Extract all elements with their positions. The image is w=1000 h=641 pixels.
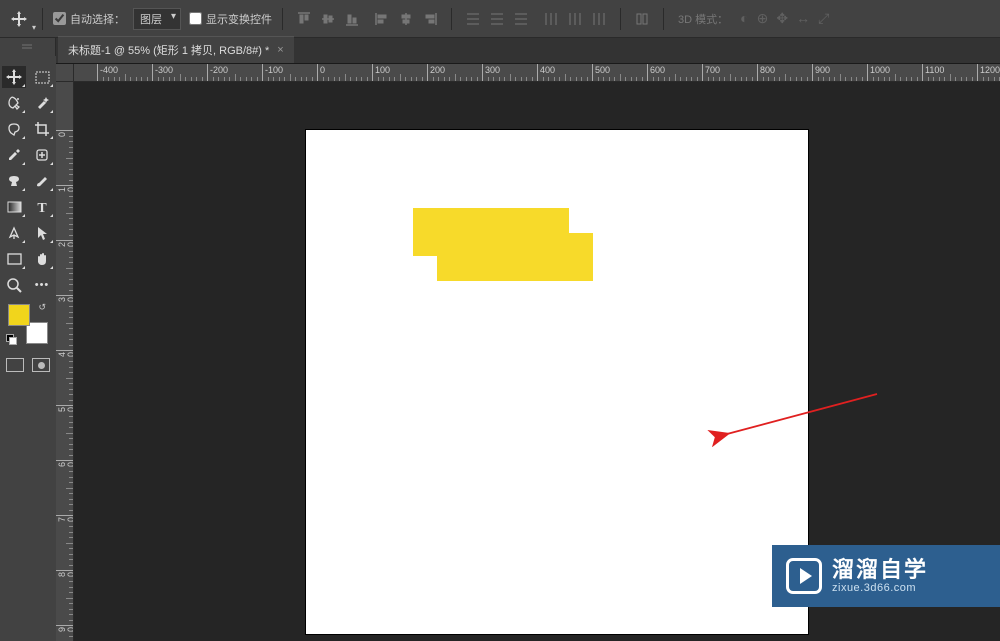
shape-rectangle-2[interactable] <box>437 233 593 281</box>
zoom-tool[interactable] <box>2 274 26 296</box>
auto-select-checkbox[interactable]: 自动选择： <box>53 11 125 27</box>
distribute-bottom-icon[interactable] <box>510 8 532 30</box>
distribute-group-1 <box>462 8 532 30</box>
rectangle-shape-tool[interactable] <box>2 248 26 270</box>
path-select-tool[interactable] <box>30 222 54 244</box>
document-tab-bar: 未标题-1 @ 55% (矩形 1 拷贝, RGB/8#) * × <box>0 38 1000 64</box>
align-right-icon[interactable] <box>419 8 441 30</box>
distribute-hcenter-icon[interactable] <box>564 8 586 30</box>
watermark-title: 溜溜自学 <box>832 558 928 582</box>
type-tool[interactable]: T <box>30 196 54 218</box>
reset-colors-icon[interactable] <box>6 334 16 344</box>
document-tab[interactable]: 未标题-1 @ 55% (矩形 1 拷贝, RGB/8#) * × <box>58 36 294 63</box>
quick-select-tool[interactable] <box>2 92 26 114</box>
healing-brush-tool[interactable] <box>30 144 54 166</box>
ruler-horizontal[interactable]: -400-300-200-100010020030040050060070080… <box>74 64 1000 82</box>
watermark: 溜溜自学 zixue.3d66.com <box>772 545 1000 607</box>
align-hcenter-icon[interactable] <box>395 8 417 30</box>
marquee-tool[interactable] <box>30 66 54 88</box>
show-transform-checkbox[interactable]: 显示变换控件 <box>189 11 272 27</box>
foreground-color[interactable] <box>8 304 30 326</box>
slide-3d-icon[interactable]: ↔ <box>796 10 810 27</box>
hand-tool[interactable] <box>30 248 54 270</box>
align-group-2 <box>371 8 441 30</box>
auto-select-label: 自动选择： <box>70 11 125 27</box>
options-divider <box>42 8 43 30</box>
quick-mask-mode-icon[interactable] <box>32 358 50 372</box>
options-divider <box>620 8 621 30</box>
color-swatches[interactable]: ↺ <box>8 304 48 344</box>
align-group-1 <box>293 8 363 30</box>
distribute-top-icon[interactable] <box>462 8 484 30</box>
chevron-down-icon: ▾ <box>32 23 36 32</box>
play-icon <box>786 558 822 594</box>
toolbox-handle[interactable] <box>0 38 56 56</box>
move-tool-flyout[interactable]: ▾ <box>6 6 32 32</box>
scale-3d-icon[interactable]: ⤢ <box>818 10 829 27</box>
align-vcenter-icon[interactable] <box>317 8 339 30</box>
brush-tool[interactable] <box>30 170 54 192</box>
pen-tool[interactable] <box>2 222 26 244</box>
gradient-tool[interactable] <box>2 196 26 218</box>
auto-align-group <box>631 8 653 30</box>
ruler-corner[interactable] <box>56 64 74 82</box>
distribute-group-2 <box>540 8 610 30</box>
distribute-vcenter-icon[interactable] <box>486 8 508 30</box>
align-left-icon[interactable] <box>371 8 393 30</box>
artboard[interactable] <box>306 130 808 634</box>
magic-wand-tool[interactable] <box>30 92 54 114</box>
options-divider <box>451 8 452 30</box>
move-icon <box>10 10 28 28</box>
auto-select-target-select[interactable]: 图层 <box>133 8 181 30</box>
align-bottom-icon[interactable] <box>341 8 363 30</box>
ruler-vertical[interactable]: 01 0 02 0 03 0 04 0 05 0 06 0 07 0 08 0 … <box>56 82 74 641</box>
svg-text:T: T <box>37 201 47 216</box>
auto-align-icon[interactable] <box>631 8 653 30</box>
show-transform-label: 显示变换控件 <box>206 11 272 27</box>
mode-3d-label: 3D 模式： <box>678 11 728 27</box>
eyedropper-tool[interactable] <box>2 144 26 166</box>
align-top-icon[interactable] <box>293 8 315 30</box>
orbit-3d-icon[interactable]: ◐ <box>740 10 748 27</box>
mode-3d-icons: ◐ ⊕ ✥ ↔ ⤢ <box>740 10 829 27</box>
clone-stamp-tool[interactable] <box>2 170 26 192</box>
toolbox: T ••• ↺ <box>0 56 56 641</box>
options-divider <box>663 8 664 30</box>
pan-3d-icon[interactable]: ✥ <box>776 10 788 27</box>
options-bar: ▾ 自动选择： 图层 显示变换控件 3D 模式： ◐ ⊕ <box>0 0 1000 38</box>
watermark-subtitle: zixue.3d66.com <box>832 582 928 594</box>
distribute-left-icon[interactable] <box>540 8 562 30</box>
close-tab-icon[interactable]: × <box>277 44 283 56</box>
document-title: 未标题-1 @ 55% (矩形 1 拷贝, RGB/8#) * <box>68 42 269 58</box>
roll-3d-icon[interactable]: ⊕ <box>757 10 769 27</box>
crop-tool[interactable] <box>30 118 54 140</box>
edit-toolbar[interactable]: ••• <box>30 274 54 296</box>
swap-colors-icon[interactable]: ↺ <box>38 302 46 313</box>
move-tool[interactable] <box>2 66 26 88</box>
options-divider <box>282 8 283 30</box>
lasso-tool[interactable] <box>2 118 26 140</box>
distribute-right-icon[interactable] <box>588 8 610 30</box>
standard-mode-icon[interactable] <box>6 358 24 372</box>
